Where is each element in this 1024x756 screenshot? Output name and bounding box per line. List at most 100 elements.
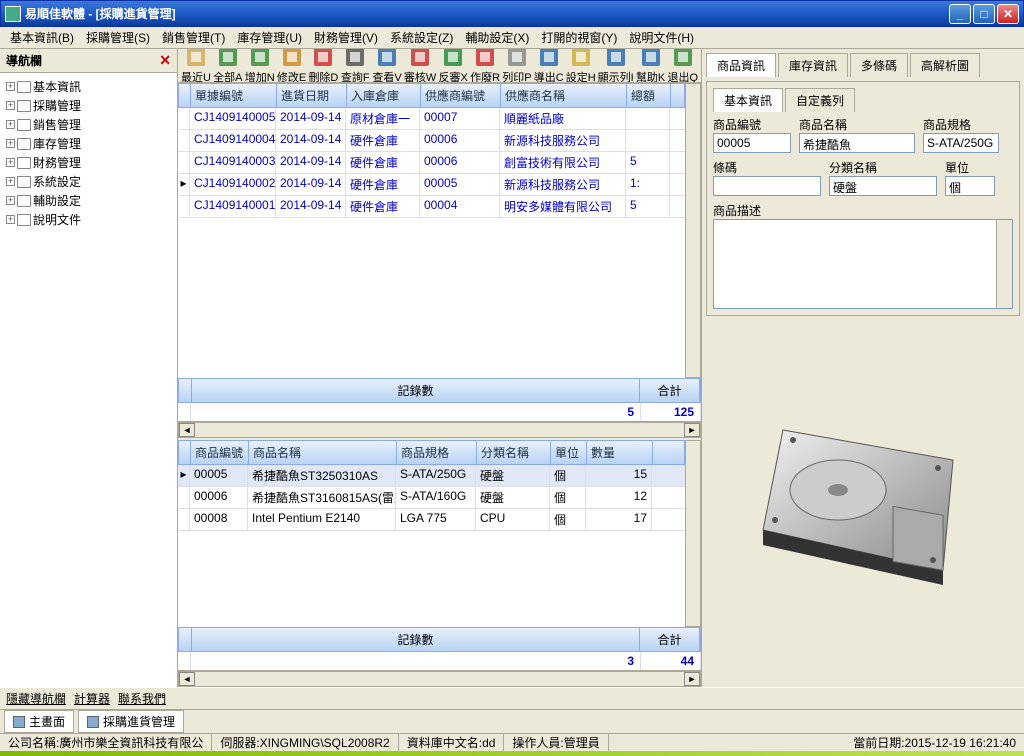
column-header[interactable]: 單據編號 [191, 84, 277, 107]
toolbar-button[interactable]: 修改E [276, 49, 308, 83]
unit-field[interactable]: 個 [945, 176, 995, 196]
maximize-button[interactable]: □ [973, 4, 995, 24]
info-tab[interactable]: 高解析圖 [910, 53, 980, 77]
tree-item[interactable]: +基本資訊 [4, 77, 173, 96]
toolbar-button[interactable]: 全部A [212, 49, 244, 83]
tree-item[interactable]: +採購管理 [4, 96, 173, 115]
toolbar-button[interactable]: 設定H [565, 49, 597, 83]
tree-item[interactable]: +銷售管理 [4, 115, 173, 134]
expand-icon[interactable]: + [6, 101, 15, 110]
column-header[interactable]: 商品名稱 [249, 441, 397, 464]
table-cell: 2014-09-14 [276, 174, 346, 195]
toolbar-button[interactable]: 顯示列I [597, 49, 635, 83]
column-header[interactable]: 供應商名稱 [501, 84, 627, 107]
menu-item[interactable]: 說明文件(H) [623, 27, 700, 48]
menu-item[interactable]: 採購管理(S) [80, 27, 156, 48]
spec-field[interactable]: S-ATA/250G [923, 133, 999, 153]
menu-item[interactable]: 系統設定(Z) [384, 27, 459, 48]
toolbar-button[interactable]: 反審X [437, 49, 469, 83]
info-tab[interactable]: 多條碼 [850, 53, 908, 77]
barcode-field[interactable] [713, 176, 821, 196]
info-tab[interactable]: 商品資訊 [706, 53, 776, 77]
menu-item[interactable]: 基本資訊(B) [4, 27, 80, 48]
table-row[interactable]: 00008Intel Pentium E2140LGA 775CPU個17 [178, 509, 685, 531]
grid1-hscroll[interactable]: ◄► [178, 422, 701, 438]
tree-item[interactable]: +輔助設定 [4, 191, 173, 210]
table-cell: 00007 [420, 108, 500, 129]
column-header[interactable]: 商品編號 [191, 441, 249, 464]
column-header[interactable]: 分類名稱 [477, 441, 551, 464]
bottom-link[interactable]: 聯系我們 [118, 690, 166, 707]
desc-field[interactable] [713, 219, 1013, 309]
document-tab[interactable]: 主畫面 [4, 710, 74, 733]
table-row[interactable]: CJ14091400012014-09-14硬件倉庫00004明安多媒體有限公司… [178, 196, 685, 218]
code-field[interactable]: 00005 [713, 133, 791, 153]
expand-icon[interactable]: + [6, 120, 15, 129]
total-label: 合計 [640, 379, 700, 402]
info-subtab[interactable]: 自定義列 [785, 88, 855, 112]
table-row[interactable]: 00006希捷酷魚ST3160815AS(雷射S-ATA/160G硬盤個12 [178, 487, 685, 509]
table-row[interactable]: ▸00005希捷酷魚ST3250310ASS-ATA/250G硬盤個15 [178, 465, 685, 487]
table-row[interactable]: CJ14091400032014-09-14硬件倉庫00006創富技術有限公司5 [178, 152, 685, 174]
menu-item[interactable]: 銷售管理(T) [156, 27, 231, 48]
minimize-button[interactable]: _ [949, 4, 971, 24]
menu-item[interactable]: 輔助設定(X) [459, 27, 535, 48]
toolbar-button[interactable]: 幫助K [635, 49, 667, 83]
table-row[interactable]: CJ14091400042014-09-14硬件倉庫00006新源科技服務公司 [178, 130, 685, 152]
menu-item[interactable]: 財務管理(V) [308, 27, 384, 48]
toolbar-button[interactable]: 查看V [371, 49, 403, 83]
expand-icon[interactable]: + [6, 139, 15, 148]
total-value: 125 [641, 403, 701, 421]
info-tab[interactable]: 庫存資訊 [778, 53, 848, 77]
column-header[interactable]: 入庫倉庫 [347, 84, 421, 107]
expand-icon[interactable]: + [6, 158, 15, 167]
toolbar-button[interactable]: 查詢F [339, 49, 371, 83]
toolbar-button[interactable]: 審核W [403, 49, 437, 83]
table-row[interactable]: CJ14091400052014-09-14原材倉庫一00007順麗紙品廠 [178, 108, 685, 130]
nav-close-icon[interactable]: ✕ [159, 52, 171, 69]
table-cell: LGA 775 [396, 509, 476, 530]
expand-icon[interactable]: + [6, 177, 15, 186]
close-button[interactable]: ✕ [997, 4, 1019, 24]
column-header[interactable]: 單位 [551, 441, 587, 464]
grid2-vscroll[interactable] [685, 440, 701, 627]
column-header[interactable]: 總額 [627, 84, 671, 107]
menu-item[interactable]: 打開的視窗(Y) [535, 27, 623, 48]
toolbar-button[interactable]: 增加N [244, 49, 276, 83]
toolbar-button[interactable]: 退出Q [666, 49, 699, 83]
table-row[interactable]: ▸CJ14091400022014-09-14硬件倉庫00005新源科技服務公司… [178, 174, 685, 196]
column-header[interactable]: 供應商編號 [421, 84, 501, 107]
product-image-area [706, 316, 1020, 683]
document-tab[interactable]: 採購進貨管理 [78, 710, 184, 733]
tree-item[interactable]: +說明文件 [4, 210, 173, 229]
info-subtab[interactable]: 基本資訊 [713, 88, 783, 112]
toolbar-button[interactable]: 導出C [533, 49, 565, 83]
table-cell: 1: [626, 174, 670, 195]
column-header[interactable]: 商品規格 [397, 441, 477, 464]
name-field[interactable]: 希捷酷魚ST3250310A [799, 133, 915, 153]
column-header[interactable]: 數量 [587, 441, 653, 464]
tree-item[interactable]: +庫存管理 [4, 134, 173, 153]
column-header[interactable]: 進貨日期 [277, 84, 347, 107]
toolbar-button[interactable]: 最近U [180, 49, 212, 83]
expand-icon[interactable]: + [6, 196, 15, 205]
tab-icon [87, 716, 99, 728]
grid2-hscroll[interactable]: ◄► [178, 671, 701, 687]
desc-label: 商品描述 [713, 202, 1013, 219]
toolbar-button[interactable]: 列印P [501, 49, 533, 83]
bottom-link[interactable]: 計算器 [74, 690, 110, 707]
grid1-vscroll[interactable] [685, 83, 701, 378]
menu-item[interactable]: 庫存管理(U) [231, 27, 308, 48]
tree-item[interactable]: +系統設定 [4, 172, 173, 191]
category-field[interactable]: 硬盤 [829, 176, 937, 196]
tree-item[interactable]: +財務管理 [4, 153, 173, 172]
toolbar-button[interactable]: 刪除D [307, 49, 339, 83]
bottom-link[interactable]: 隱藏導航欄 [6, 690, 66, 707]
expand-icon[interactable]: + [6, 82, 15, 91]
table-cell: 00008 [190, 509, 248, 530]
status-bar: 公司名稱:廣州市樂全資訊科技有限公 伺服器:XINGMING\SQL2008R2… [0, 733, 1024, 751]
table-cell: 個 [550, 487, 586, 508]
expand-icon[interactable]: + [6, 215, 15, 224]
toolbar-button[interactable]: 作廢R [469, 49, 501, 83]
table-cell: 硬件倉庫 [346, 130, 420, 151]
